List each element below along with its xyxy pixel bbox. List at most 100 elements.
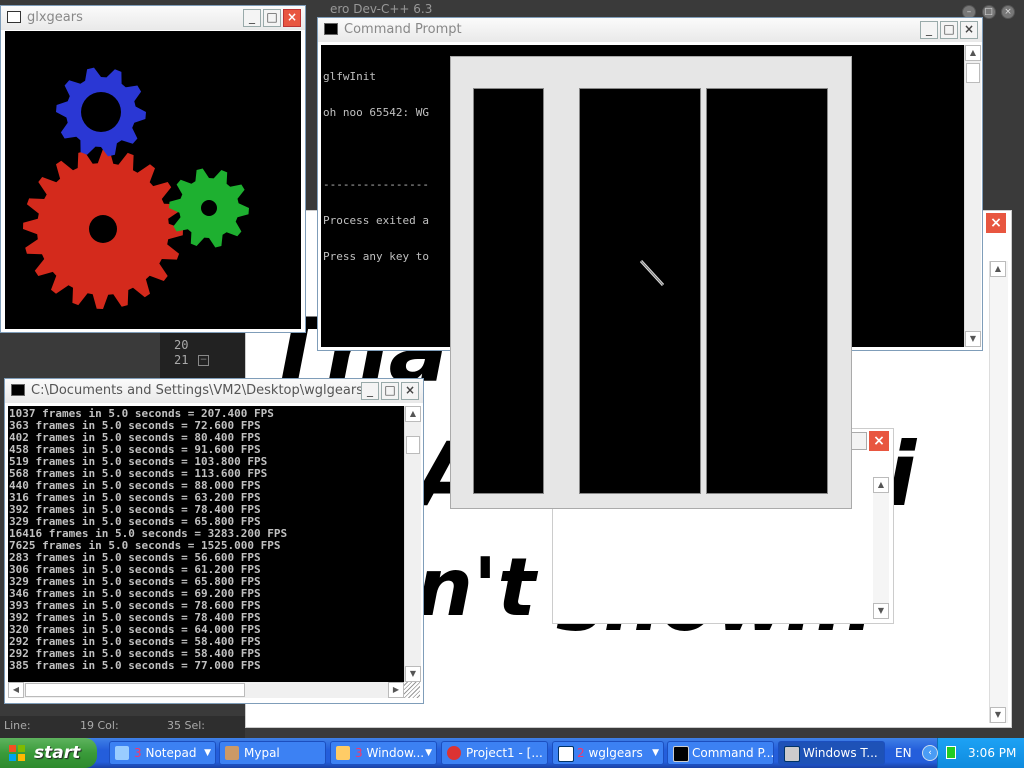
green-gear-hole [201, 200, 217, 216]
start-button[interactable]: start [0, 738, 97, 768]
ide-close-button[interactable]: × [1001, 5, 1015, 19]
task-label: Mypal [244, 746, 280, 760]
red-gear-hole [89, 215, 117, 243]
scroll-thumb[interactable] [966, 63, 980, 83]
status-col: 19 Col: [80, 719, 119, 732]
taskmgr-icon [784, 746, 800, 762]
task-count: 2 [577, 746, 585, 760]
gl-panel-window [450, 56, 852, 509]
close-button[interactable]: × [283, 9, 301, 27]
wglgears-title: C:\Documents and Settings\VM2\Desktop\wg… [31, 383, 380, 398]
dialog-scroll-up[interactable]: ▲ [873, 477, 889, 493]
tray-expand-icon[interactable]: ‹ [922, 745, 938, 761]
status-line: Line: [4, 719, 31, 732]
cmd-icon [11, 384, 25, 396]
fold-toggle-icon[interactable]: − [198, 355, 209, 366]
cmd-scrollbar[interactable]: ▲ ▼ [964, 45, 981, 347]
taskbar-item-command-prompt[interactable]: Command P... [667, 741, 774, 765]
scroll-up-arrow[interactable]: ▲ [405, 406, 421, 422]
maximize-button[interactable]: □ [263, 9, 281, 27]
scroll-down-arrow[interactable]: ▼ [405, 666, 421, 682]
language-indicator[interactable]: EN [895, 738, 912, 768]
taskbar-item-notepad[interactable]: 3 Notepad ▼ [109, 741, 216, 765]
minimize-button[interactable]: _ [361, 382, 379, 400]
document-close-button[interactable]: × [986, 213, 1006, 233]
chevron-down-icon: ▼ [652, 748, 659, 758]
scroll-thumb[interactable] [406, 436, 420, 454]
line-number: 20 [174, 338, 189, 352]
chevron-down-icon: ▼ [425, 748, 432, 758]
taskbar: start 3 Notepad ▼ Mypal 3 Window... ▼ Pr… [0, 738, 1024, 768]
scroll-right-arrow[interactable]: ▶ [388, 682, 404, 698]
task-label: Notepad [145, 746, 197, 760]
scroll-up-arrow[interactable]: ▲ [990, 261, 1006, 277]
close-button[interactable]: × [401, 382, 419, 400]
mypal-icon [225, 746, 239, 760]
blue-gear-hole [81, 92, 121, 132]
taskbar-item-wglgears[interactable]: 2 wglgears ▼ [552, 741, 664, 765]
wglgears-hscrollbar[interactable]: ◀ ▶ [8, 682, 404, 698]
resize-cursor-icon [639, 259, 665, 287]
ide-maximize-button[interactable]: □ [981, 5, 996, 19]
glxgears-window: glxgears _ □ × [0, 5, 306, 333]
taskbar-item-task-manager[interactable]: Windows T... [778, 741, 885, 765]
cmd-icon [673, 746, 689, 762]
wglgears-titlebar[interactable]: C:\Documents and Settings\VM2\Desktop\wg… [5, 379, 423, 403]
task-count: 3 [134, 746, 142, 760]
scroll-down-arrow[interactable]: ▼ [965, 331, 981, 347]
cmd-icon [324, 23, 338, 35]
taskbar-item-project1[interactable]: Project1 - [... [441, 741, 548, 765]
task-label: Windows T... [803, 746, 878, 760]
wglgears-window: C:\Documents and Settings\VM2\Desktop\wg… [4, 378, 424, 704]
status-sel: 35 Sel: [167, 719, 206, 732]
red-gear [23, 149, 183, 309]
task-count: 3 [355, 746, 363, 760]
black-panel-right [706, 88, 828, 494]
wglgears-vscrollbar[interactable]: ▲ ▼ [404, 406, 421, 682]
resize-grip-icon[interactable] [404, 682, 420, 698]
console-line: 385 frames in 5.0 seconds = 77.000 FPS [9, 659, 261, 672]
task-label: wglgears [588, 746, 643, 760]
dialog-scroll-down[interactable]: ▼ [873, 603, 889, 619]
ide-title-fragment: ero Dev-C++ 6.3 [330, 2, 433, 16]
maximize-button[interactable]: □ [940, 21, 958, 39]
cmd-title: Command Prompt [344, 22, 462, 37]
black-panel-middle [579, 88, 701, 494]
line-number: 21 [174, 353, 189, 367]
devcpp-icon [447, 746, 461, 760]
scroll-down-arrow[interactable]: ▼ [990, 707, 1006, 723]
window-icon [7, 11, 21, 23]
task-label: Window... [366, 746, 425, 760]
system-tray: ‹ 3:06 PM [922, 738, 1024, 768]
glxgears-title: glxgears [27, 10, 83, 25]
network-icon[interactable] [946, 746, 956, 759]
clock[interactable]: 3:06 PM [968, 738, 1016, 768]
close-button[interactable]: × [960, 21, 978, 39]
dialog-close-button[interactable]: × [869, 431, 889, 451]
scroll-up-arrow[interactable]: ▲ [965, 45, 981, 61]
ide-gutter: 20 21 − [160, 330, 245, 380]
cmd-titlebar[interactable]: Command Prompt _ □ × [318, 18, 982, 42]
task-label: Project1 - [... [466, 746, 543, 760]
big-text-line3a: n't [416, 541, 536, 634]
glxgears-canvas [5, 31, 301, 329]
taskbar-item-windows-explorer[interactable]: 3 Window... ▼ [330, 741, 437, 765]
windows-flag-icon [9, 745, 25, 761]
ide-status-bar: Line: 19 Col: 35 Sel: [0, 716, 245, 738]
chevron-down-icon: ▼ [204, 748, 211, 758]
taskbar-item-mypal[interactable]: Mypal [219, 741, 326, 765]
gears-illustration [23, 67, 249, 309]
folder-icon [336, 746, 350, 760]
document-scrollbar[interactable]: ▲ ▼ [989, 261, 1008, 723]
minimize-button[interactable]: _ [920, 21, 938, 39]
minimize-button[interactable]: _ [243, 9, 261, 27]
blue-gear [56, 67, 146, 157]
notepad-icon [115, 746, 129, 760]
maximize-button[interactable]: □ [381, 382, 399, 400]
glxgears-titlebar[interactable]: glxgears _ □ × [1, 6, 305, 30]
black-panel-left [473, 88, 544, 494]
scroll-left-arrow[interactable]: ◀ [8, 682, 24, 698]
hscroll-thumb[interactable] [25, 683, 245, 697]
dialog-scrollbar[interactable]: ▲ ▼ [873, 477, 889, 619]
window-icon [558, 746, 574, 762]
